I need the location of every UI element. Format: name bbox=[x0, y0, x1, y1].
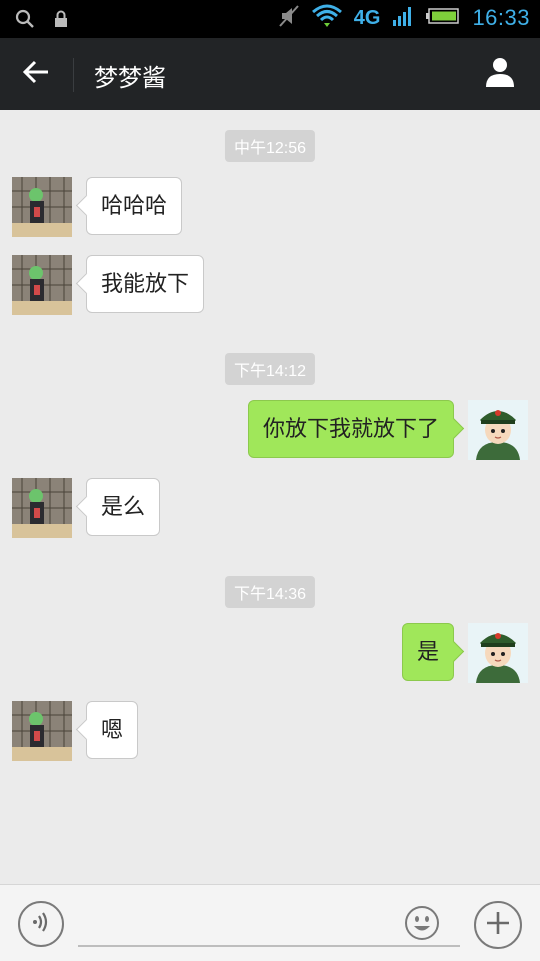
contact-avatar[interactable] bbox=[12, 478, 72, 538]
battery-icon bbox=[426, 7, 460, 29]
back-button[interactable] bbox=[14, 54, 58, 94]
message-bubble-incoming[interactable]: 是么 bbox=[86, 478, 161, 536]
timestamp: 下午14:12 bbox=[224, 353, 316, 385]
message-bubble-incoming[interactable]: 哈哈哈 bbox=[86, 177, 183, 235]
contact-avatar[interactable] bbox=[12, 701, 72, 761]
message-bubble-outgoing[interactable]: 你放下我就放下了 bbox=[247, 400, 454, 458]
signal-icon bbox=[392, 5, 414, 31]
contact-avatar[interactable] bbox=[12, 255, 72, 315]
timestamp: 下午14:36 bbox=[224, 576, 316, 608]
message-bubble-incoming[interactable]: 我能放下 bbox=[86, 255, 205, 313]
lock-icon bbox=[54, 10, 68, 32]
header-divider bbox=[73, 58, 74, 92]
input-bar bbox=[0, 884, 540, 961]
message-bubble-incoming[interactable]: 嗯 bbox=[86, 701, 139, 759]
network-type: 4G bbox=[353, 6, 381, 29]
emoji-icon bbox=[404, 906, 440, 945]
mute-icon bbox=[278, 4, 300, 32]
message-input[interactable] bbox=[78, 897, 460, 947]
back-arrow-icon bbox=[22, 60, 50, 88]
more-options-button[interactable] bbox=[474, 901, 522, 949]
search-icon bbox=[14, 8, 36, 34]
timestamp: 中午12:56 bbox=[224, 130, 316, 162]
wifi-icon bbox=[311, 4, 342, 32]
contact-info-button[interactable] bbox=[480, 54, 520, 94]
my-avatar[interactable] bbox=[468, 400, 528, 460]
my-avatar[interactable] bbox=[468, 623, 528, 683]
voice-icon bbox=[29, 910, 53, 938]
clock: 16:33 bbox=[472, 5, 530, 30]
contact-avatar[interactable] bbox=[12, 177, 72, 237]
voice-button[interactable] bbox=[18, 901, 64, 947]
message-bubble-outgoing[interactable]: 是 bbox=[401, 623, 454, 681]
contact-profile-icon bbox=[484, 56, 516, 92]
chat-header: 梦梦酱 bbox=[0, 38, 540, 110]
status-bar: 4G 16:33 bbox=[0, 0, 540, 38]
emoji-button[interactable] bbox=[404, 905, 440, 941]
plus-icon bbox=[485, 910, 511, 940]
chat-messages[interactable]: 中午12:56 哈哈哈 我能放下 下午14:12 你放下我就放下了 是么 下午1… bbox=[0, 110, 540, 884]
chat-title: 梦梦酱 bbox=[94, 64, 166, 92]
